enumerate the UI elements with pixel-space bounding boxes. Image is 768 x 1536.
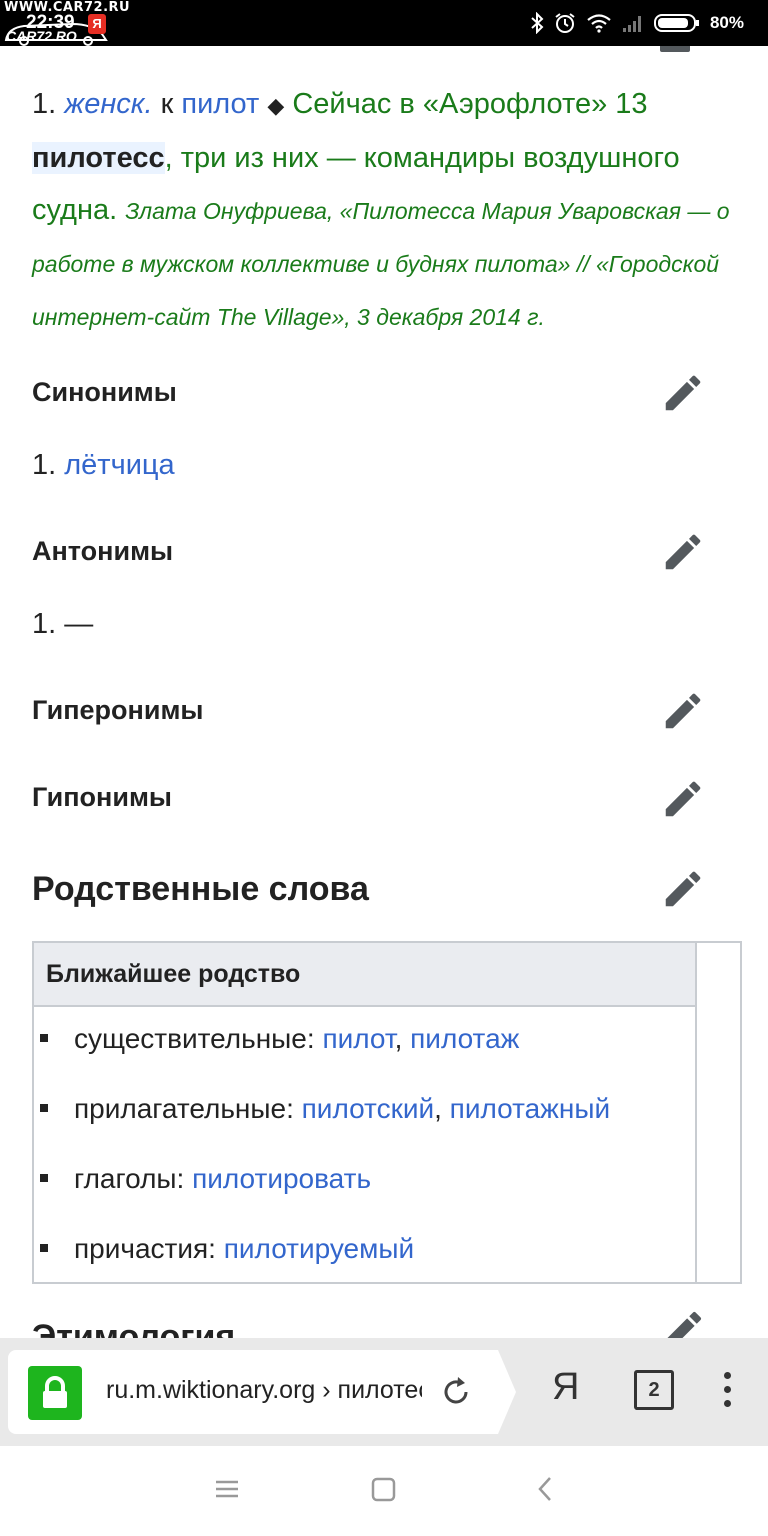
related-link[interactable]: пилотский [302,1093,434,1124]
citation: Злата Онуфриева, «Пилотесса Мария Уваров… [32,198,730,330]
related-link[interactable]: пилотируемый [224,1233,414,1264]
related-row: причастия: пилотируемый [40,1233,414,1265]
definition-number: 1. [32,88,57,120]
pencil-icon[interactable] [660,688,706,734]
pencil-icon-partial[interactable] [660,46,690,52]
related-table-header: Ближайшее родство [34,943,695,1007]
bullet [40,1103,48,1112]
synonym-link[interactable]: лётчица [64,449,174,481]
related-heading: Родственные слова [32,870,369,908]
synonym-number: 1. [32,449,57,481]
definition-block: 1. женск. к пилот ◆ Сейчас в «Аэрофлоте»… [32,78,742,343]
navigation-bar [0,1446,768,1536]
hyponyms-heading: Гипонимы [32,782,172,812]
kebab-menu-icon[interactable] [724,1372,732,1414]
base-word-link[interactable]: пилот [181,88,259,120]
antonyms-heading: Антонимы [32,536,174,566]
browser-toolbar: ru.m.wiktionary.org › пилотесса Я 2 [0,1338,768,1446]
pencil-icon[interactable] [660,1306,706,1338]
wifi-icon [587,14,611,33]
battery-percent: 80% [709,13,744,32]
related-link[interactable]: пилотажный [450,1093,610,1124]
related-row-label: прилагательные: [74,1093,294,1124]
back-icon[interactable] [532,1474,558,1504]
related-link[interactable]: пилотировать [192,1163,371,1194]
synonyms-heading: Синонимы [32,377,177,407]
example-bold: пилотесс [32,142,165,174]
synonym-item: 1. лётчица [32,449,175,482]
home-icon[interactable] [370,1474,398,1504]
related-table-inner: Ближайшее родство существительные: пилот… [34,943,697,1282]
yandex-button[interactable]: Я [552,1366,579,1409]
related-link[interactable]: пилотаж [410,1023,519,1054]
pencil-icon[interactable] [660,866,706,912]
antonym-item: 1. — [32,608,93,641]
antonym-number: 1. [32,608,57,640]
related-row-label: причастия: [74,1233,216,1264]
pencil-icon[interactable] [660,370,706,416]
separator: , [434,1093,442,1124]
bullet [40,1033,48,1042]
signal-icon [622,16,641,32]
label-link[interactable]: женск. [64,88,152,120]
etymology-heading: Этимология [32,1320,236,1340]
status-icons: 80% [530,10,744,36]
separator: , [394,1023,403,1054]
battery-icon [653,14,699,32]
related-row: глаголы: пилотировать [40,1163,371,1195]
address-bar-arrow [498,1350,516,1434]
url-text[interactable]: ru.m.wiktionary.org › пилотесса [106,1376,422,1405]
yandex-badge: Я [88,14,106,34]
alarm-icon [555,13,575,33]
reload-icon[interactable] [438,1374,474,1410]
watermark-bottom: CAR72.RO [6,28,77,44]
menu-icon[interactable] [214,1474,240,1504]
bullet [40,1173,48,1182]
related-row: прилагательные: пилотский, пилотажный [40,1093,610,1125]
bluetooth-icon [531,12,544,34]
related-row: существительные: пилот, пилотаж [40,1023,519,1055]
bullet [40,1243,48,1252]
pencil-icon[interactable] [660,776,706,822]
related-row-label: существительные: [74,1023,315,1054]
related-link[interactable]: пилот [322,1023,394,1054]
related-table: Ближайшее родство существительные: пилот… [32,941,742,1284]
hypernyms-heading: Гиперонимы [32,695,204,725]
tabs-button[interactable]: 2 [634,1370,674,1410]
related-row-label: глаголы: [74,1163,185,1194]
k-text: к [160,88,174,120]
lock-icon[interactable] [28,1366,82,1420]
status-bar: WWW.CAR72.RU 22:39 Я CAR72.RO 80% [0,0,768,46]
diamond-icon: ◆ [267,93,285,118]
pencil-icon[interactable] [660,529,706,575]
antonym-text: — [64,608,94,640]
example-text-1: Сейчас в «Аэрофлоте» 13 [292,88,648,120]
